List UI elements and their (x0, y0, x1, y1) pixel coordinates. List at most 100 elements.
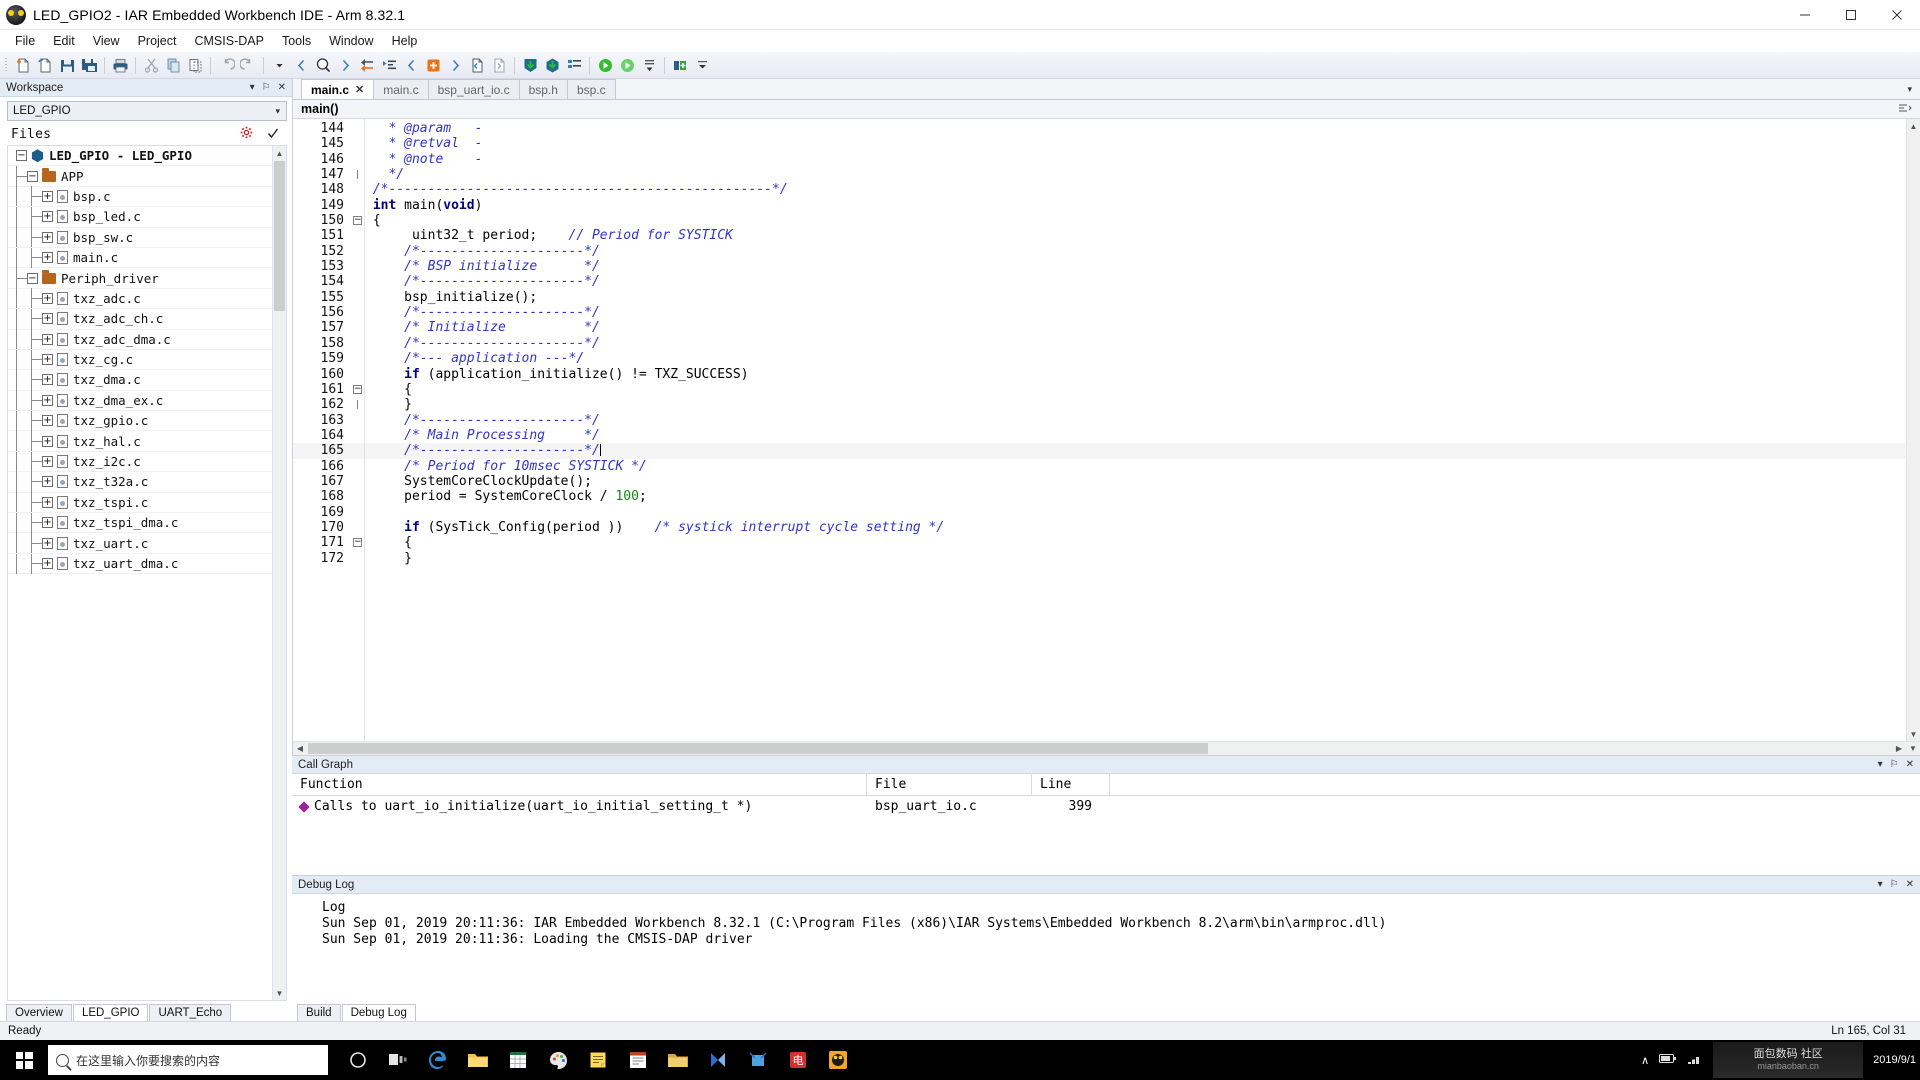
editor-vertical-scrollbar[interactable]: ▲ ▼ (1906, 119, 1920, 741)
code-line[interactable]: /* Initialize */ (365, 320, 1906, 335)
tree-item-led-gpio-led-gpio[interactable]: − LED_GPIO - LED_GPIO (8, 146, 272, 167)
tree-expander[interactable]: + (42, 435, 53, 447)
go-to-definition-icon[interactable] (356, 54, 378, 76)
paste-icon[interactable] (184, 54, 206, 76)
palette-icon[interactable] (538, 1040, 578, 1080)
search-dropdown-icon[interactable] (268, 54, 290, 76)
tab-build[interactable]: Build (297, 1004, 341, 1021)
save-icon[interactable] (56, 54, 78, 76)
menu-window[interactable]: Window (320, 31, 382, 51)
code-line[interactable]: } (365, 397, 1906, 412)
tree-item-txz-adc-ch-c[interactable]: + txz_adc_ch.c (8, 308, 272, 330)
undo-icon[interactable] (215, 54, 237, 76)
tree-item-txz-adc-c[interactable]: + txz_adc.c (8, 288, 272, 310)
code-line[interactable]: /*---------------------*/ (365, 413, 1906, 428)
editor-tab-overflow-icon[interactable]: ▾ (1907, 84, 1920, 95)
tree-expander[interactable]: − (27, 170, 38, 182)
tree-item-txz-tspi-c[interactable]: + txz_tspi.c (8, 492, 272, 514)
new-workspace-icon[interactable] (34, 54, 56, 76)
scroll-down-arrow-icon[interactable]: ▼ (273, 986, 287, 1000)
redo-icon[interactable] (237, 54, 259, 76)
editor-tab-main-c-active[interactable]: main.c ✕ (301, 79, 375, 99)
tree-item-txz-uart-dma-c[interactable]: + txz_uart_dma.c (8, 553, 272, 575)
tree-expander[interactable]: + (42, 292, 53, 304)
code-line[interactable]: /* Main Processing */ (365, 428, 1906, 443)
screenshot-icon[interactable] (738, 1040, 778, 1080)
scroll-down-arrow-icon[interactable]: ▼ (1906, 744, 1920, 753)
menu-tools[interactable]: Tools (273, 31, 320, 51)
excel-icon[interactable] (498, 1040, 538, 1080)
code-line[interactable]: /*--------------------------------------… (365, 182, 1906, 197)
workspace-dropdown-icon[interactable] (638, 54, 660, 76)
code-line[interactable]: { (365, 213, 1906, 228)
code-line[interactable]: /*---------------------*/ (365, 305, 1906, 320)
folder-icon[interactable] (658, 1040, 698, 1080)
workspace-tree-scrollbar[interactable]: ▲ ▼ (272, 146, 286, 1000)
editor-tab-main-c-2[interactable]: main.c (373, 79, 429, 99)
file-explorer-icon[interactable] (458, 1040, 498, 1080)
task-view-icon[interactable] (378, 1040, 418, 1080)
code-line[interactable]: int main(void) (365, 198, 1906, 213)
tree-expander[interactable]: + (42, 537, 53, 549)
clock-date[interactable]: 2019/9/1 (1873, 1054, 1916, 1067)
tree-item-app[interactable]: − APP (8, 166, 272, 187)
code-line[interactable]: /*---------------------*/ (365, 244, 1906, 259)
fold-collapse-box[interactable]: − (353, 538, 362, 548)
panel-menu-icon[interactable]: ▾ (1878, 759, 1883, 770)
tree-expander[interactable]: − (27, 272, 38, 284)
download-and-debug-icon[interactable] (519, 54, 541, 76)
panel-close-icon[interactable]: ✕ (1906, 879, 1914, 890)
debug-without-download-icon[interactable] (541, 54, 563, 76)
tab-debug-log[interactable]: Debug Log (341, 1004, 416, 1021)
scroll-left-arrow-icon[interactable]: ◀ (293, 744, 307, 753)
code-lines[interactable]: * @param - * @retval - * @note - */ /*--… (365, 119, 1906, 741)
code-line[interactable]: * @param - (365, 121, 1906, 136)
tree-item-txz-cg-c[interactable]: + txz_cg.c (8, 349, 272, 371)
scroll-thumb[interactable] (308, 743, 1208, 754)
copy-icon[interactable] (162, 54, 184, 76)
tree-item-txz-dma-c[interactable]: + txz_dma.c (8, 370, 272, 391)
new-document-icon[interactable] (12, 54, 34, 76)
tree-expander[interactable]: + (42, 354, 53, 366)
panel-close-icon[interactable]: ✕ (1906, 759, 1914, 770)
tree-item-txz-i2c-c[interactable]: + txz_i2c.c (8, 451, 272, 473)
fold-collapse-box[interactable]: − (353, 216, 362, 226)
tree-item-txz-dma-ex-c[interactable]: + txz_dma_ex.c (8, 390, 272, 412)
tree-item-bsp-sw-c[interactable]: + bsp_sw.c (8, 227, 272, 248)
panel-close-icon[interactable]: ✕ (278, 82, 286, 93)
toolbar-grip[interactable] (3, 56, 10, 75)
edge-browser-icon[interactable] (418, 1040, 458, 1080)
toggle-breakpoint-icon[interactable] (616, 54, 638, 76)
battery-icon[interactable] (1659, 1053, 1677, 1067)
cortana-icon[interactable] (338, 1040, 378, 1080)
editor-tab-bsp-h[interactable]: bsp.h (518, 79, 568, 99)
fold-marker[interactable]: − (351, 535, 364, 550)
tree-expander[interactable]: + (42, 190, 53, 202)
workspace-tab-overview[interactable]: Overview (6, 1004, 72, 1021)
panel-pin-icon[interactable]: ⚐ (1890, 759, 1899, 770)
fold-collapse-box[interactable]: − (353, 385, 362, 395)
tree-item-main-c[interactable]: + main.c (8, 247, 272, 269)
cut-icon[interactable] (140, 54, 162, 76)
code-line[interactable]: /*---------------------*/ (365, 443, 1906, 459)
code-line[interactable]: /*---------------------*/ (365, 336, 1906, 351)
code-line[interactable]: * @retval - (365, 136, 1906, 151)
code-line[interactable]: { (365, 382, 1906, 397)
compile-icon[interactable] (466, 54, 488, 76)
tree-expander[interactable]: + (42, 496, 53, 508)
panel-menu-icon[interactable]: ▾ (1878, 879, 1883, 890)
tree-item-txz-hal-c[interactable]: + txz_hal.c (8, 431, 272, 452)
column-header-file[interactable]: File (867, 773, 1032, 796)
code-line[interactable]: /* BSP initialize */ (365, 259, 1906, 274)
tree-expander[interactable]: + (42, 252, 53, 264)
panel-menu-icon[interactable]: ▾ (250, 82, 255, 93)
fold-marker[interactable]: − (351, 213, 364, 228)
code-line[interactable]: period = SystemCoreClock / 100; (365, 489, 1906, 504)
tree-expander[interactable]: + (42, 476, 53, 488)
tree-expander[interactable]: + (42, 394, 53, 406)
tree-item-txz-gpio-c[interactable]: + txz_gpio.c (8, 410, 272, 432)
menu-cmsis-dap[interactable]: CMSIS-DAP (185, 31, 272, 51)
make-icon[interactable] (488, 54, 510, 76)
navigate-back-icon[interactable] (290, 54, 312, 76)
fold-marker[interactable]: − (351, 382, 364, 397)
